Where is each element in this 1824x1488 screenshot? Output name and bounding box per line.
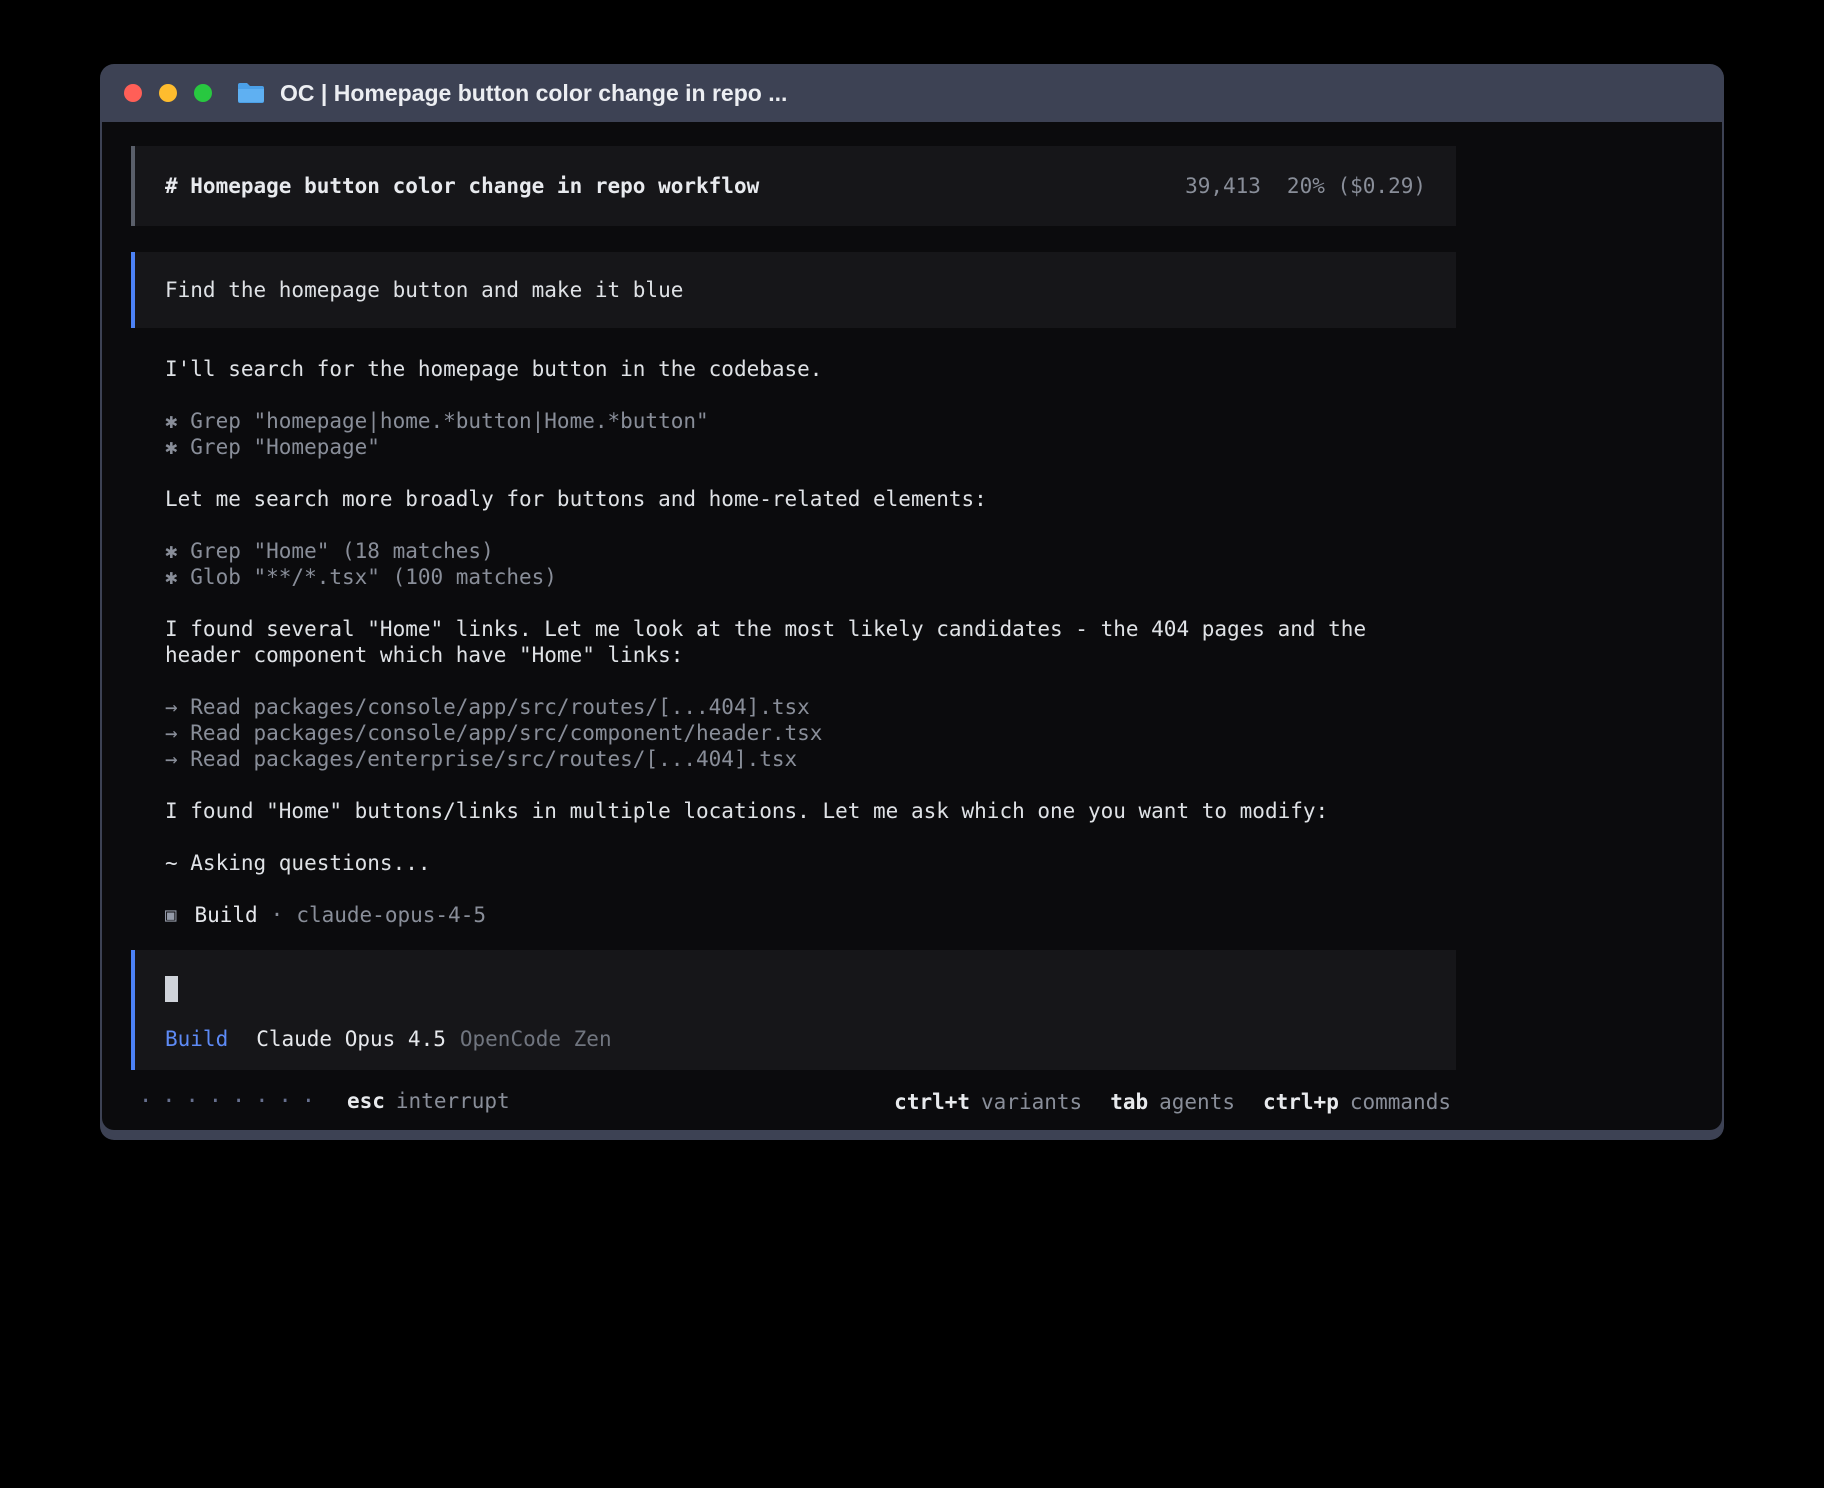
status-right: ctrl+t variants tab agents ctrl+p comman… bbox=[894, 1089, 1451, 1115]
build-agent-icon: ▣ bbox=[165, 902, 176, 928]
active-agent-label[interactable]: Build bbox=[165, 1026, 228, 1052]
tool-call-read: → Read packages/enterprise/src/routes/[.… bbox=[165, 746, 1406, 772]
separator-dot: · bbox=[271, 902, 284, 928]
spacer bbox=[165, 876, 1406, 902]
spacer bbox=[165, 382, 1406, 408]
agent-model: claude-opus-4-5 bbox=[296, 902, 486, 928]
user-message-text: Find the homepage button and make it blu… bbox=[165, 277, 683, 303]
assistant-text: I found "Home" buttons/links in multiple… bbox=[165, 798, 1406, 824]
agent-status-line: ▣ Build · claude-opus-4-5 bbox=[165, 902, 1406, 928]
assistant-text: Let me search more broadly for buttons a… bbox=[165, 486, 1406, 512]
titlebar[interactable]: OC | Homepage button color change in rep… bbox=[100, 64, 1724, 122]
assistant-text: I found several "Home" links. Let me loo… bbox=[165, 616, 1406, 668]
context-usage: 20% ($0.29) bbox=[1287, 173, 1426, 199]
agents-key-hint: tab bbox=[1110, 1089, 1148, 1115]
esc-key-hint: esc bbox=[347, 1088, 385, 1114]
commands-key-hint: ctrl+p bbox=[1263, 1089, 1339, 1115]
spacer bbox=[165, 772, 1406, 798]
spacer bbox=[165, 512, 1406, 538]
transcript: I'll search for the homepage button in t… bbox=[131, 356, 1456, 928]
input-line[interactable] bbox=[165, 976, 1426, 1002]
token-count: 39,413 bbox=[1185, 173, 1261, 199]
interrupt-label: interrupt bbox=[396, 1088, 510, 1114]
agent-name: Build bbox=[194, 902, 257, 928]
session-title: # Homepage button color change in repo w… bbox=[165, 173, 759, 199]
folder-icon bbox=[236, 81, 266, 105]
text-cursor bbox=[165, 976, 178, 1002]
terminal-content: # Homepage button color change in repo w… bbox=[102, 122, 1722, 1130]
zoom-button[interactable] bbox=[194, 84, 212, 102]
session-stats: 39,413 20% ($0.29) bbox=[1185, 173, 1426, 199]
user-message: Find the homepage button and make it blu… bbox=[131, 252, 1456, 328]
status-left: ········ esc interrupt bbox=[139, 1088, 510, 1115]
variants-label: variants bbox=[981, 1089, 1082, 1115]
tool-call-grep: ✱ Grep "homepage|home.*button|Home.*butt… bbox=[165, 408, 1406, 434]
prompt-input[interactable]: Build Claude Opus 4.5 OpenCode Zen bbox=[131, 950, 1456, 1070]
spinner-dots-icon: ········ bbox=[139, 1089, 325, 1115]
status-bar: ········ esc interrupt ctrl+t variants t… bbox=[139, 1088, 1451, 1115]
tool-call-grep: ✱ Grep "Homepage" bbox=[165, 434, 1406, 460]
spacer bbox=[165, 668, 1406, 694]
terminal-window: OC | Homepage button color change in rep… bbox=[100, 64, 1724, 1140]
assistant-text: I'll search for the homepage button in t… bbox=[165, 356, 1406, 382]
active-model-label[interactable]: Claude Opus 4.5 bbox=[256, 1026, 446, 1052]
spacer bbox=[165, 460, 1406, 486]
tool-call-read: → Read packages/console/app/src/routes/[… bbox=[165, 694, 1406, 720]
traffic-lights bbox=[124, 84, 212, 102]
agents-label: agents bbox=[1159, 1089, 1235, 1115]
assistant-status: ~ Asking questions... bbox=[165, 850, 1406, 876]
input-footer: Build Claude Opus 4.5 OpenCode Zen bbox=[165, 1026, 1426, 1052]
minimize-button[interactable] bbox=[159, 84, 177, 102]
tool-call-read: → Read packages/console/app/src/componen… bbox=[165, 720, 1406, 746]
window-title: OC | Homepage button color change in rep… bbox=[280, 80, 787, 107]
tool-call-glob: ✱ Glob "**/*.tsx" (100 matches) bbox=[165, 564, 1406, 590]
tool-call-grep: ✱ Grep "Home" (18 matches) bbox=[165, 538, 1406, 564]
close-button[interactable] bbox=[124, 84, 142, 102]
session-header: # Homepage button color change in repo w… bbox=[131, 146, 1456, 226]
spacer bbox=[165, 590, 1406, 616]
variants-key-hint: ctrl+t bbox=[894, 1089, 970, 1115]
spacer bbox=[165, 824, 1406, 850]
provider-label: OpenCode Zen bbox=[460, 1026, 612, 1052]
commands-label: commands bbox=[1350, 1089, 1451, 1115]
